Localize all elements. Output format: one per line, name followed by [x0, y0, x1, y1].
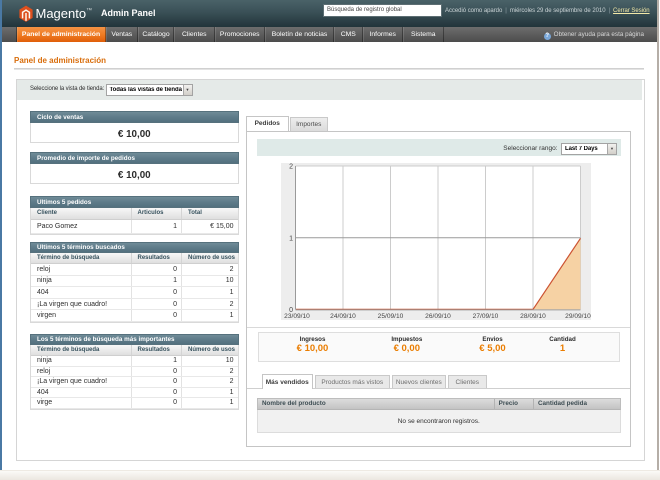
svg-text:25/09/10: 25/09/10 [378, 313, 404, 320]
svg-text:2: 2 [289, 164, 293, 171]
svg-text:28/09/10: 28/09/10 [520, 313, 546, 320]
svg-text:24/09/10: 24/09/10 [330, 313, 356, 320]
svg-text:1: 1 [289, 235, 293, 242]
svg-text:27/09/10: 27/09/10 [473, 313, 499, 320]
svg-text:23/09/10: 23/09/10 [284, 313, 310, 320]
svg-text:26/09/10: 26/09/10 [425, 313, 451, 320]
svg-text:29/09/10: 29/09/10 [565, 313, 591, 320]
